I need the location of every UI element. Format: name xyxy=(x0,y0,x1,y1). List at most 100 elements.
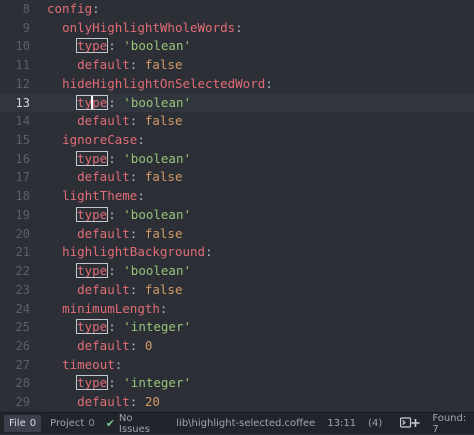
code-line: 17 default: false xyxy=(0,168,474,187)
code-line: 21 highlightBackground: xyxy=(0,243,474,262)
string-value: 'boolean' xyxy=(123,38,192,54)
colon: : xyxy=(92,1,100,16)
line-number: 22 xyxy=(15,264,30,279)
code-line: 8 config: xyxy=(0,0,474,19)
colon: : xyxy=(129,281,138,297)
line-number: 11 xyxy=(15,58,30,73)
option-key: ignoreCase xyxy=(62,132,138,148)
colon: : xyxy=(159,300,168,316)
string-value: 'boolean' xyxy=(123,206,192,222)
string-value: 'integer' xyxy=(123,375,192,391)
cursor-position[interactable]: 13:11 xyxy=(327,418,356,429)
project-tab-count: 0 xyxy=(88,418,95,429)
colon: : xyxy=(108,375,116,391)
current-line: 13 type: 'boolean' xyxy=(0,93,474,113)
found-count: Found: 7 xyxy=(432,412,467,435)
literal-value: false xyxy=(144,169,183,185)
code-line: 12 hideHighlightOnSelectedWord: xyxy=(0,75,474,94)
code-line: 24 minimumLength: xyxy=(0,300,474,319)
line-number: 16 xyxy=(15,151,30,166)
code-line: 28 type: 'integer' xyxy=(0,374,474,393)
code-line: 23 default: false xyxy=(0,281,474,300)
literal-value: 20 xyxy=(144,394,160,410)
colon: : xyxy=(235,19,243,35)
colon: : xyxy=(108,94,116,110)
code-line: 18 lightTheme: xyxy=(0,187,474,206)
code-line: 16 type: 'boolean' xyxy=(0,150,474,169)
code-line: 9 onlyHighlightWholeWords: xyxy=(0,19,474,38)
option-key: hideHighlightOnSelectedWord xyxy=(62,75,266,91)
colon: : xyxy=(108,263,116,279)
project-tab[interactable]: Project 0 xyxy=(45,415,100,432)
default-key: default xyxy=(77,113,130,129)
string-value: 'boolean' xyxy=(123,150,192,166)
line-number: 23 xyxy=(15,282,30,297)
highlighted-type-word: type xyxy=(76,263,109,279)
default-key: default xyxy=(77,281,130,297)
text-cursor xyxy=(91,94,93,110)
colon: : xyxy=(108,206,116,222)
line-number: 18 xyxy=(15,189,30,204)
code-line: 25 type: 'integer' xyxy=(0,318,474,337)
code-line: 26 default: 0 xyxy=(0,337,474,356)
string-value: 'boolean' xyxy=(123,94,192,110)
code-line: 11 default: false xyxy=(0,56,474,75)
file-tab-count: 0 xyxy=(29,418,37,429)
line-number: 13 xyxy=(15,95,30,110)
terminal-plus-icon[interactable] xyxy=(400,417,420,430)
highlighted-type-word: type xyxy=(76,38,109,54)
line-number: 9 xyxy=(22,20,30,35)
code-line: 19 type: 'boolean' xyxy=(0,206,474,225)
highlighted-type-word: type xyxy=(76,150,109,166)
colon: : xyxy=(129,57,138,73)
code-line: 22 type: 'boolean' xyxy=(0,262,474,281)
line-number: 19 xyxy=(15,207,30,222)
selection-count: (4) xyxy=(368,418,383,429)
line-number: 25 xyxy=(15,320,30,335)
file-path[interactable]: lib\highlight-selected.coffee xyxy=(176,418,315,429)
default-key: default xyxy=(77,57,130,73)
literal-value: false xyxy=(144,281,183,297)
option-key: onlyHighlightWholeWords xyxy=(62,19,236,35)
issues-indicator[interactable]: ✔ No Issues xyxy=(106,413,165,435)
code-line: 27 timeout: xyxy=(0,356,474,375)
line-number: 17 xyxy=(15,170,30,185)
code-editor[interactable]: 8 config: 9 onlyHighlightWholeWords: 10 … xyxy=(0,0,474,412)
selected-type-word: type xyxy=(76,94,109,110)
colon: : xyxy=(114,356,123,372)
code-line: 20 default: false xyxy=(0,225,474,244)
colon: : xyxy=(108,38,116,54)
file-tab[interactable]: File 0 xyxy=(4,415,42,432)
line-number: 8 xyxy=(22,2,30,16)
status-bar: File 0 Project 0 ✔ No Issues lib\highlight-… xyxy=(0,412,474,435)
colon: : xyxy=(129,169,138,185)
line-number: 26 xyxy=(15,338,30,353)
default-key: default xyxy=(77,337,130,353)
colon: : xyxy=(108,319,116,335)
option-key: minimumLength xyxy=(62,300,160,316)
check-icon: ✔ xyxy=(105,417,115,430)
line-number: 15 xyxy=(15,133,30,148)
literal-value: false xyxy=(144,113,183,129)
colon: : xyxy=(108,150,116,166)
colon: : xyxy=(129,113,138,129)
colon: : xyxy=(137,188,145,204)
option-key: lightTheme xyxy=(62,188,138,204)
literal-value: 0 xyxy=(144,337,153,353)
code-line: 15 ignoreCase: xyxy=(0,131,474,150)
issues-label: No Issues xyxy=(118,412,150,435)
literal-value: false xyxy=(144,57,183,73)
colon: : xyxy=(129,225,138,241)
string-value: 'boolean' xyxy=(123,263,192,279)
colon: : xyxy=(205,244,213,260)
colon: : xyxy=(129,337,138,353)
string-value: 'integer' xyxy=(123,319,192,335)
colon: : xyxy=(129,394,138,410)
highlighted-type-word: type xyxy=(76,206,109,222)
project-tab-label: Project xyxy=(50,418,85,429)
highlighted-type-word: type xyxy=(76,375,109,391)
line-number: 21 xyxy=(15,245,30,260)
config-key: config xyxy=(47,1,93,16)
line-number: 12 xyxy=(15,76,30,91)
default-key: default xyxy=(77,394,130,410)
